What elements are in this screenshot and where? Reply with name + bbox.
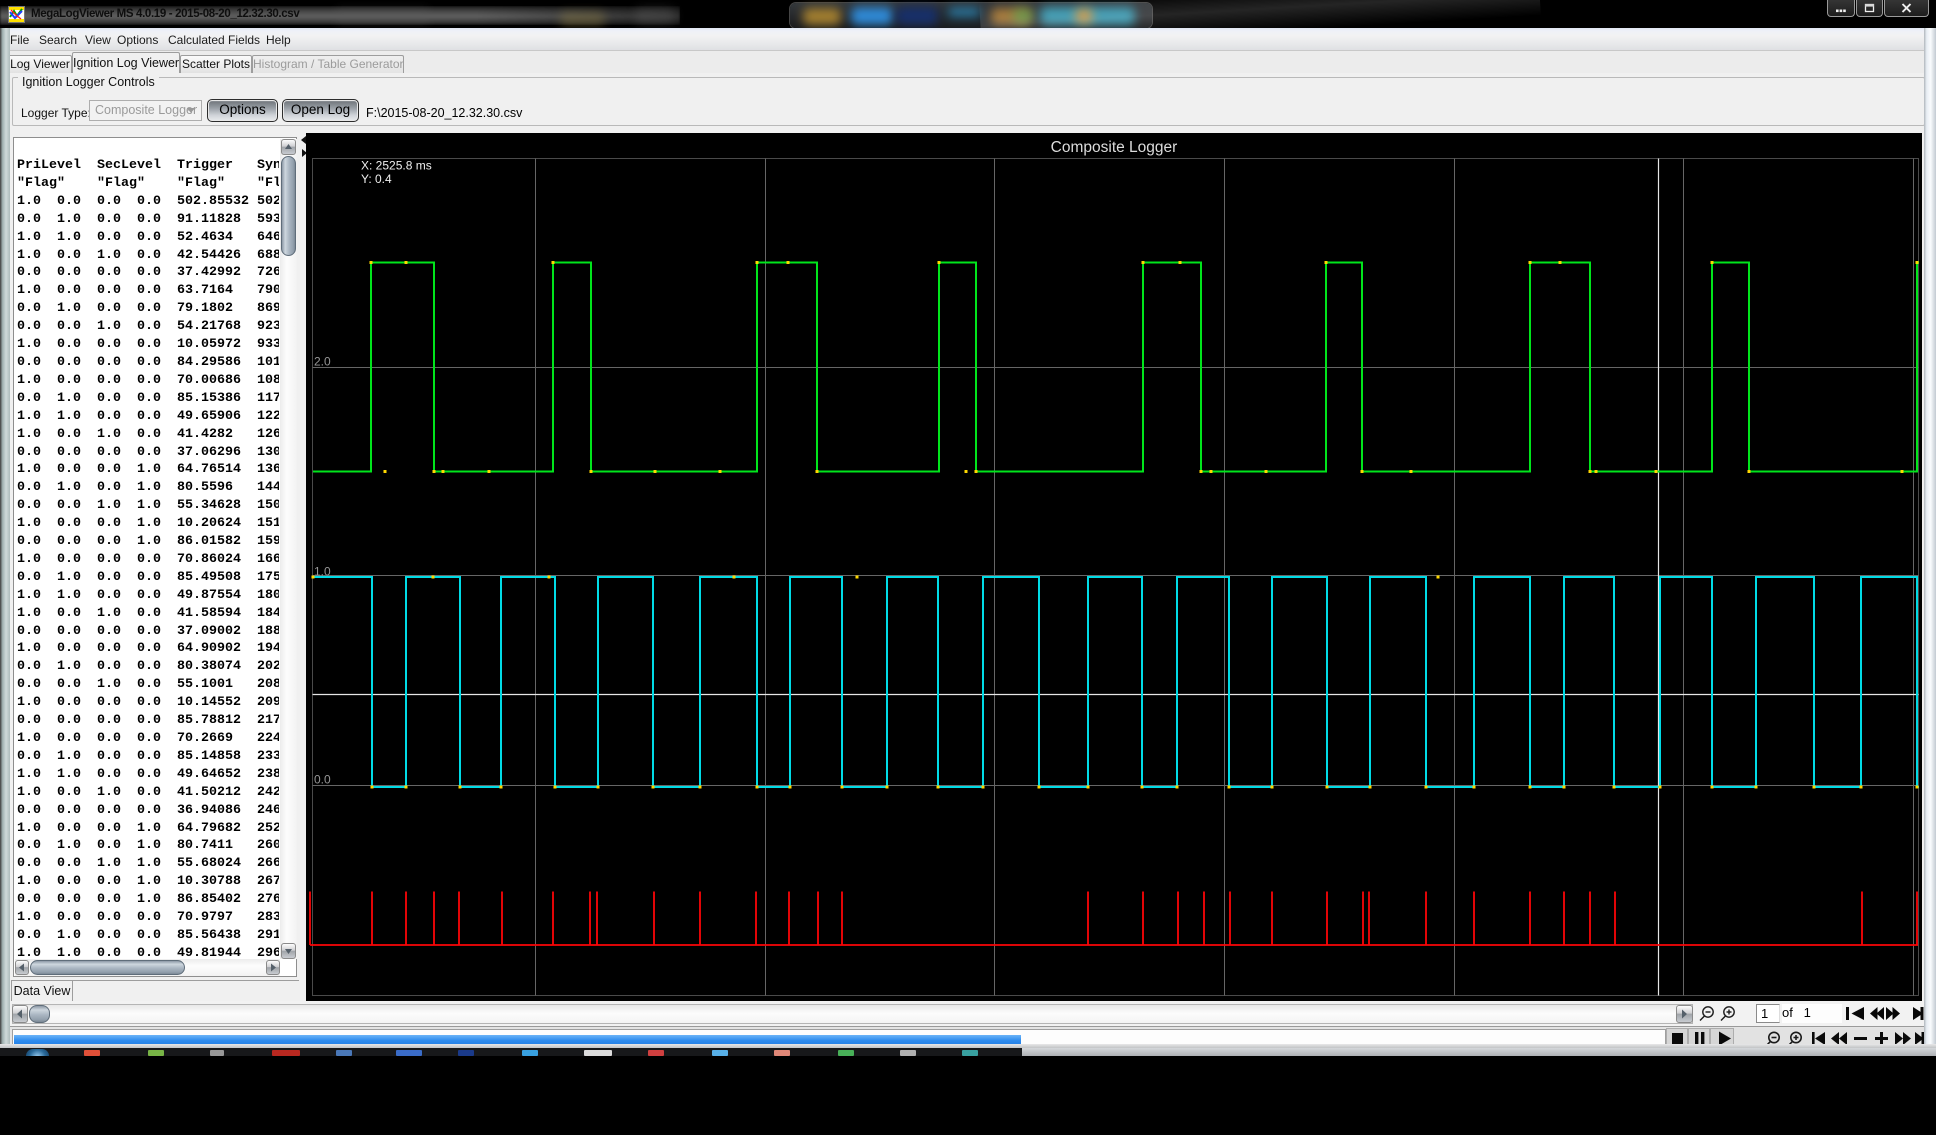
- svg-text:1.0: 1.0: [314, 565, 331, 579]
- svg-text:2.0: 2.0: [314, 355, 331, 369]
- svg-text:X: 2525.8 ms: X: 2525.8 ms: [361, 159, 432, 173]
- svg-text:Composite Logger: Composite Logger: [1051, 139, 1178, 156]
- svg-text:0.0: 0.0: [314, 773, 331, 787]
- svg-text:Y: 0.4: Y: 0.4: [361, 172, 392, 186]
